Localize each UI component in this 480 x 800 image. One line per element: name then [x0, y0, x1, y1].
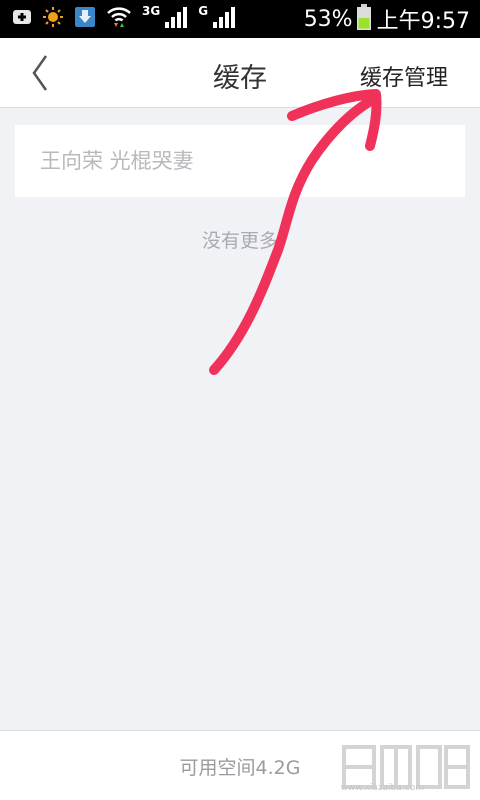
add-notification-icon — [12, 7, 32, 31]
list-item[interactable]: 王向荣 光棍哭妻 — [15, 125, 465, 197]
signal-icon — [164, 5, 188, 33]
battery-percent: 53% — [303, 6, 353, 32]
no-more-text: 没有更多 — [201, 230, 278, 252]
status-bar-right: 53% 上午9:57 — [304, 2, 470, 36]
clock: 上午9:57 — [376, 9, 470, 34]
battery-icon — [356, 4, 371, 34]
wifi-icon — [106, 5, 132, 33]
watermark-url: www.xiazaiba.com — [340, 783, 424, 793]
arrow-annotation — [209, 89, 382, 375]
bottom-bar: 可用空间4.2G www.xiazaiba.com — [0, 730, 480, 800]
cache-manage-button[interactable]: 缓存管理 — [360, 60, 448, 92]
status-bar: 3G G 53% 上午9:57 — [0, 0, 480, 38]
list-item-title: 王向荣 光棍哭妻 — [40, 149, 194, 173]
download-icon — [74, 6, 96, 32]
top-nav-bar: 缓存 缓存管理 — [0, 38, 480, 108]
network-type-3g: 3G — [142, 4, 161, 18]
signal-icon-2 — [212, 5, 236, 33]
network-type-g: G — [198, 4, 209, 18]
status-bar-left: 3G G — [12, 4, 246, 34]
sun-icon — [42, 6, 64, 32]
